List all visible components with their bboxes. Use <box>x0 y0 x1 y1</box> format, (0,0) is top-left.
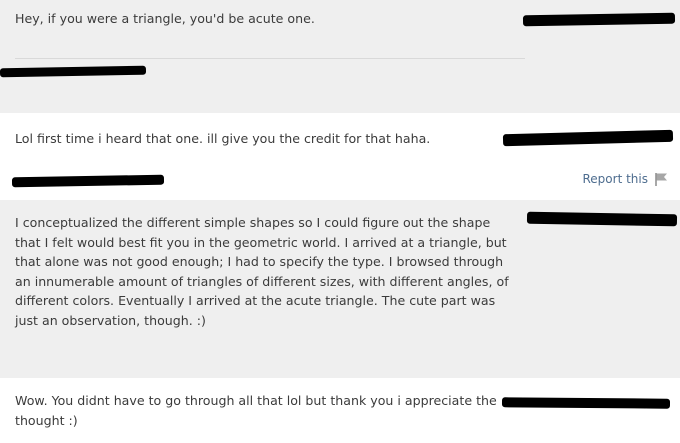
message-2: Lol first time i heard that one. ill giv… <box>0 120 680 200</box>
message-1: Hey, if you were a triangle, you'd be ac… <box>0 0 680 113</box>
flag-icon <box>655 173 667 186</box>
redacted-name <box>0 65 147 78</box>
message-4-text: Wow. You didnt have to go through all th… <box>15 393 497 428</box>
report-label: Report this <box>582 172 649 186</box>
message-2-text: Lol first time i heard that one. ill giv… <box>15 131 431 146</box>
message-3: I conceptualized the different simple sh… <box>0 200 680 378</box>
message-3-text: I conceptualized the different simple sh… <box>15 215 509 328</box>
message-4: Wow. You didnt have to go through all th… <box>0 378 680 443</box>
report-this-link[interactable]: Report this <box>583 172 671 186</box>
message-divider <box>15 58 525 59</box>
redacted-name <box>11 174 165 188</box>
redacted-name <box>502 129 674 147</box>
redacted-name <box>526 211 678 227</box>
message-1-text: Hey, if you were a triangle, you'd be ac… <box>15 11 315 26</box>
redacted-name <box>522 12 676 27</box>
redacted-name <box>501 397 671 409</box>
